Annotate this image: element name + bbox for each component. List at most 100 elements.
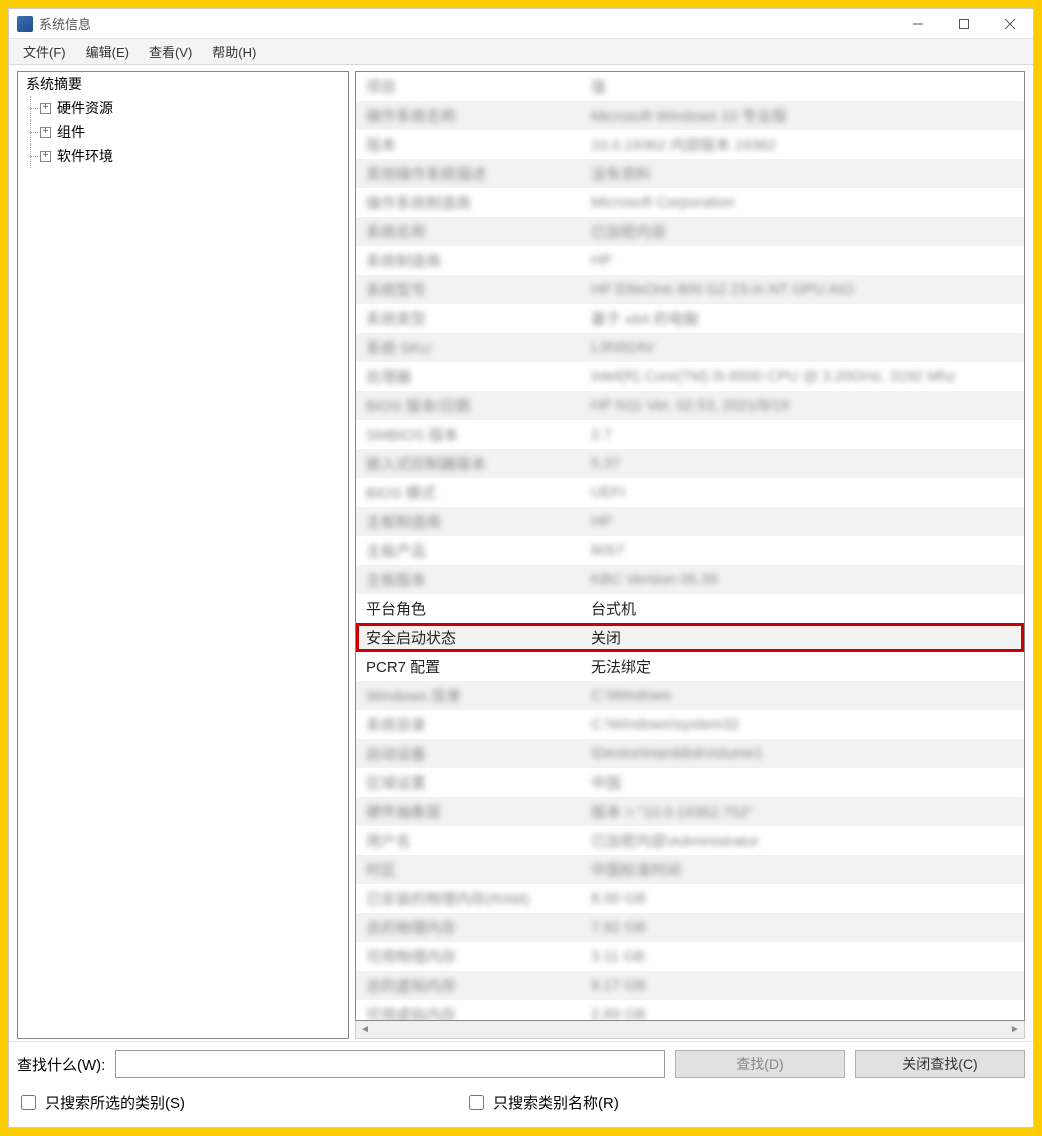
details-pane[interactable]: 项目值操作系统名称Microsoft Windows 10 专业版版本10.0.… <box>355 71 1025 1021</box>
tree-item-software-env[interactable]: + 软件环境 <box>18 144 348 168</box>
table-row[interactable]: BIOS 版本/日期HP N11 Ver. 02.53, 2021/8/19 <box>356 391 1024 420</box>
row-name: 时区 <box>356 855 581 884</box>
table-row[interactable]: 系统制造商HP <box>356 246 1024 275</box>
row-name: 可用物理内存 <box>356 942 581 971</box>
table-row[interactable]: 主板产品8057 <box>356 536 1024 565</box>
expand-icon[interactable]: + <box>40 103 51 114</box>
find-button[interactable]: 查找(D) <box>675 1050 845 1078</box>
menu-edit[interactable]: 编辑(E) <box>76 39 139 64</box>
table-row[interactable]: 平台角色台式机 <box>356 594 1024 623</box>
close-find-button[interactable]: 关闭查找(C) <box>855 1050 1025 1078</box>
only-selected-label: 只搜索所选的类别(S) <box>45 1092 185 1113</box>
menu-help[interactable]: 帮助(H) <box>202 39 266 64</box>
table-row[interactable]: PCR7 配置无法绑定 <box>356 652 1024 681</box>
row-value: \Device\HarddiskVolume1 <box>581 739 1024 768</box>
row-value: L3N92AV <box>581 333 1024 362</box>
row-value: 关闭 <box>581 623 1024 652</box>
row-name: 操作系统名称 <box>356 101 581 130</box>
row-name: 嵌入式控制器版本 <box>356 449 581 478</box>
titlebar: 系统信息 <box>9 9 1033 39</box>
table-row[interactable]: 系统型号HP EliteOne 800 G2 23-in NT GPU AIO <box>356 275 1024 304</box>
row-value: 中国 <box>581 768 1024 797</box>
table-row[interactable]: 区域设置中国 <box>356 768 1024 797</box>
table-row[interactable]: 启动设备\Device\HarddiskVolume1 <box>356 739 1024 768</box>
row-value: 5.37 <box>581 449 1024 478</box>
table-row[interactable]: 系统 SKUL3N92AV <box>356 333 1024 362</box>
only-names-label: 只搜索类别名称(R) <box>493 1092 619 1113</box>
window: 系统信息 文件(F) 编辑(E) 查看(V) 帮助(H) <box>8 8 1034 1128</box>
row-value: Microsoft Windows 10 专业版 <box>581 101 1024 130</box>
row-value: UEFI <box>581 478 1024 507</box>
table-row[interactable]: 嵌入式控制器版本5.37 <box>356 449 1024 478</box>
category-tree[interactable]: 系统摘要 + 硬件资源 + 组件 + 软件环境 <box>17 71 349 1039</box>
table-row[interactable]: 时区中国标准时间 <box>356 855 1024 884</box>
row-name: PCR7 配置 <box>356 652 581 681</box>
search-input[interactable] <box>115 1050 665 1078</box>
table-row[interactable]: 系统类型基于 x64 的电脑 <box>356 304 1024 333</box>
row-name: 系统目录 <box>356 710 581 739</box>
tree-item-label: 软件环境 <box>57 146 113 166</box>
table-row[interactable]: Windows 目录C:\Windows <box>356 681 1024 710</box>
maximize-icon <box>958 18 970 30</box>
maximize-button[interactable] <box>941 9 987 39</box>
table-row[interactable]: 版本10.0.19362 内部版本 19362 <box>356 130 1024 159</box>
scroll-left-icon[interactable]: ◄ <box>356 1021 374 1038</box>
row-value: C:\Windows\system32 <box>581 710 1024 739</box>
table-row[interactable]: 主板制造商HP <box>356 507 1024 536</box>
only-selected-checkbox[interactable]: 只搜索所选的类别(S) <box>17 1092 185 1113</box>
table-row[interactable]: BIOS 模式UEFI <box>356 478 1024 507</box>
row-name: 系统制造商 <box>356 246 581 275</box>
table-row[interactable]: 可用物理内存3.11 GB <box>356 942 1024 971</box>
row-name: 启动设备 <box>356 739 581 768</box>
tree-item-hardware[interactable]: + 硬件资源 <box>18 96 348 120</box>
table-row[interactable]: 操作系统制造商Microsoft Corporation <box>356 188 1024 217</box>
scroll-right-icon[interactable]: ► <box>1006 1021 1024 1038</box>
table-row[interactable]: 已安装的物理内存(RAM)8.00 GB <box>356 884 1024 913</box>
menu-view[interactable]: 查看(V) <box>139 39 202 64</box>
menu-file[interactable]: 文件(F) <box>13 39 76 64</box>
table-row[interactable]: 硬件抽象层版本 = "10.0.19362.752" <box>356 797 1024 826</box>
table-row[interactable]: 操作系统名称Microsoft Windows 10 专业版 <box>356 101 1024 130</box>
checkbox[interactable] <box>469 1095 484 1110</box>
table-row[interactable]: 其他操作系统描述没有资料 <box>356 159 1024 188</box>
row-value: 2.7 <box>581 420 1024 449</box>
close-button[interactable] <box>987 9 1033 39</box>
row-value: C:\Windows <box>581 681 1024 710</box>
row-value: 值 <box>581 72 1024 101</box>
row-value: 台式机 <box>581 594 1024 623</box>
table-row[interactable]: 总的虚拟内存9.17 GB <box>356 971 1024 1000</box>
row-name: 总的物理内存 <box>356 913 581 942</box>
row-name: 系统名称 <box>356 217 581 246</box>
row-value: 版本 = "10.0.19362.752" <box>581 797 1024 826</box>
row-value: 2.89 GB <box>581 1000 1024 1021</box>
table-row[interactable]: 处理器Intel(R) Core(TM) i5-6500 CPU @ 3.20G… <box>356 362 1024 391</box>
row-value: 没有资料 <box>581 159 1024 188</box>
tree-item-components[interactable]: + 组件 <box>18 120 348 144</box>
table-row[interactable]: 用户名已加密内容\Administrator <box>356 826 1024 855</box>
checkbox[interactable] <box>21 1095 36 1110</box>
search-label: 查找什么(W): <box>17 1054 105 1075</box>
table-row[interactable]: 项目值 <box>356 72 1024 101</box>
row-name: 其他操作系统描述 <box>356 159 581 188</box>
row-name: 用户名 <box>356 826 581 855</box>
table-row[interactable]: 可用虚拟内存2.89 GB <box>356 1000 1024 1021</box>
table-row[interactable]: 系统目录C:\Windows\system32 <box>356 710 1024 739</box>
row-value: 7.92 GB <box>581 913 1024 942</box>
table-row[interactable]: 主板版本KBC Version 05.39 <box>356 565 1024 594</box>
table-row[interactable]: 系统名称已加密内容 <box>356 217 1024 246</box>
expand-icon[interactable]: + <box>40 127 51 138</box>
table-row[interactable]: 总的物理内存7.92 GB <box>356 913 1024 942</box>
horizontal-scrollbar[interactable]: ◄ ► <box>355 1021 1025 1039</box>
minimize-button[interactable] <box>895 9 941 39</box>
details-table: 项目值操作系统名称Microsoft Windows 10 专业版版本10.0.… <box>356 72 1024 1021</box>
row-name: 主板版本 <box>356 565 581 594</box>
only-names-checkbox[interactable]: 只搜索类别名称(R) <box>465 1092 619 1113</box>
table-row[interactable]: SMBIOS 版本2.7 <box>356 420 1024 449</box>
row-name: 操作系统制造商 <box>356 188 581 217</box>
row-value: KBC Version 05.39 <box>581 565 1024 594</box>
expand-icon[interactable]: + <box>40 151 51 162</box>
row-value: 8.00 GB <box>581 884 1024 913</box>
row-value: HP <box>581 507 1024 536</box>
tree-root[interactable]: 系统摘要 <box>18 72 348 96</box>
table-row[interactable]: 安全启动状态关闭 <box>356 623 1024 652</box>
